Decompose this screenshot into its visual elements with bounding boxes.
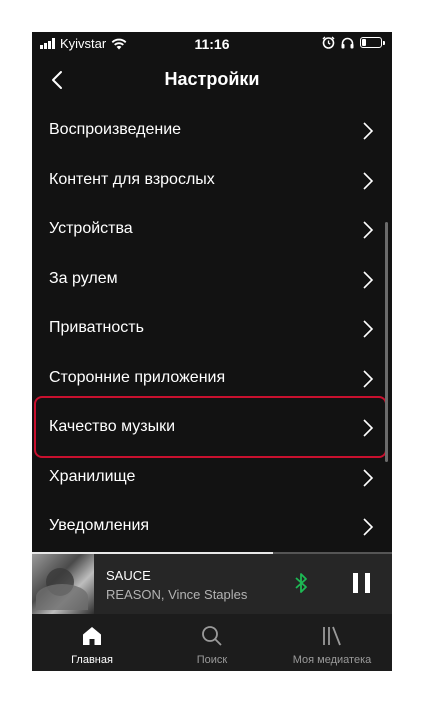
tab-home[interactable]: Главная: [32, 614, 152, 671]
settings-item-music-quality[interactable]: Качество музыки: [32, 403, 392, 453]
settings-item-label: Уведомления: [49, 517, 150, 534]
chevron-right-icon: [363, 122, 374, 140]
settings-item-label: Приватность: [49, 319, 144, 336]
settings-item-privacy[interactable]: Приватность: [32, 304, 392, 354]
settings-item-playback[interactable]: Воспроизведение: [32, 106, 392, 156]
settings-item-explicit-content[interactable]: Контент для взрослых: [32, 156, 392, 206]
chevron-right-icon: [363, 320, 374, 338]
tab-library[interactable]: Моя медиатека: [272, 614, 392, 671]
tab-search[interactable]: Поиск: [152, 614, 272, 671]
scrollbar[interactable]: [385, 222, 388, 462]
settings-item-label: За рулем: [49, 269, 118, 287]
status-right: [322, 36, 385, 49]
page-title: Настройки: [164, 69, 260, 89]
chevron-right-icon: [363, 171, 374, 190]
chevron-right-icon: [363, 369, 374, 388]
tab-bar: Главная Поиск Моя медиатека: [32, 614, 392, 671]
battery-level: [362, 39, 366, 46]
settings-item-label: Хранилище: [49, 467, 136, 485]
tab-label: Поиск: [196, 654, 228, 666]
status-bar: Kyivstar 11:16: [32, 32, 392, 56]
settings-item-label: Контент для взрослых: [49, 170, 215, 188]
chevron-right-icon: [363, 221, 374, 239]
header: Настройки: [32, 58, 392, 102]
settings-item-notifications[interactable]: Уведомления: [32, 502, 392, 552]
settings-item-label: Воспроизведение: [49, 121, 182, 138]
settings-item-label: Качество музыки: [49, 418, 176, 435]
chevron-right-icon: [363, 270, 374, 289]
settings-item-devices[interactable]: Устройства: [32, 205, 392, 255]
track-artist: REASON, Vince Staples: [106, 587, 248, 602]
settings-item-label: Сторонние приложения: [49, 368, 226, 386]
chevron-right-icon: [363, 419, 374, 437]
home-icon: [83, 627, 101, 645]
pause-icon[interactable]: [353, 573, 371, 593]
settings-item-third-party-apps[interactable]: Сторонние приложения: [32, 354, 392, 404]
phone-screen: Kyivstar 11:16 Настройки Воспроизведение…: [32, 32, 392, 671]
track-title: SAUCE: [106, 568, 151, 583]
tab-label: Главная: [71, 654, 113, 666]
search-icon: [202, 626, 222, 646]
chevron-right-icon: [363, 468, 374, 487]
settings-item-car[interactable]: За рулем: [32, 255, 392, 305]
settings-item-label: Устройства: [49, 220, 133, 237]
bluetooth-icon[interactable]: [294, 572, 308, 594]
headphones-icon: [341, 37, 354, 48]
settings-list: Воспроизведение Контент для взрослых Уст…: [32, 106, 392, 552]
album-art[interactable]: [32, 554, 94, 614]
chevron-right-icon: [363, 518, 374, 536]
alarm-icon: [322, 36, 335, 49]
now-playing-bar[interactable]: SAUCE REASON, Vince Staples: [32, 552, 392, 614]
tab-label: Моя медиатека: [292, 654, 372, 666]
settings-item-storage[interactable]: Хранилище: [32, 453, 392, 503]
battery-icon: [360, 37, 385, 48]
library-icon: [323, 626, 341, 646]
